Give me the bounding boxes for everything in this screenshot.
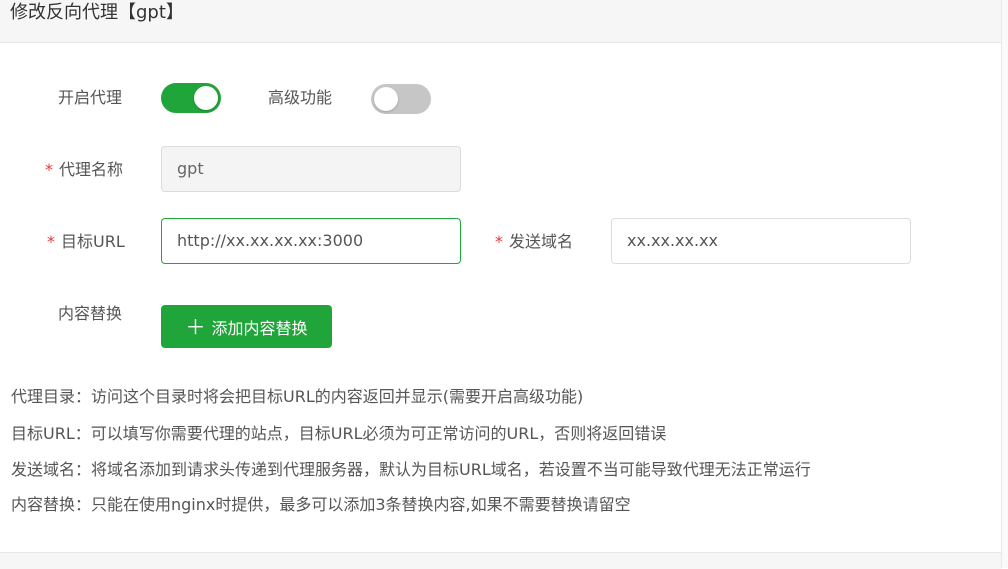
toggle-knob: [374, 87, 398, 111]
required-mark: *: [495, 232, 503, 251]
help-proxy-dir: 代理目录：访问这个目录时将会把目标URL的内容返回并显示(需要开启高级功能): [11, 387, 584, 406]
enable-proxy-label: 开启代理: [58, 88, 123, 107]
add-content-replace-button[interactable]: ＋ 添加内容替换: [161, 305, 332, 348]
enable-proxy-toggle[interactable]: [161, 83, 221, 113]
content-replace-label: 内容替换: [58, 304, 123, 323]
advanced-toggle[interactable]: [371, 84, 431, 114]
proxy-name-label: * 代理名称: [45, 160, 123, 180]
send-domain-input[interactable]: xx.xx.xx.xx: [611, 218, 911, 264]
proxy-name-input[interactable]: gpt: [161, 146, 461, 192]
target-url-label: * 目标URL: [47, 232, 125, 252]
proxy-name-label-text: 代理名称: [59, 160, 124, 179]
target-url-input[interactable]: http://xx.xx.xx.xx:3000: [161, 218, 461, 264]
scrollbar[interactable]: [1001, 0, 1008, 568]
add-content-replace-label: 添加内容替换: [211, 318, 308, 338]
send-domain-label: * 发送域名: [495, 232, 573, 252]
required-mark: *: [47, 232, 55, 251]
send-domain-label-text: 发送域名: [509, 232, 574, 251]
help-target-url: 目标URL：可以填写你需要代理的站点，目标URL必须为可正常访问的URL，否则将…: [11, 424, 667, 443]
dialog-header: 修改反向代理【gpt】: [0, 0, 1002, 43]
required-mark: *: [45, 160, 53, 179]
target-url-label-text: 目标URL: [61, 232, 125, 251]
plus-icon: ＋: [185, 314, 206, 339]
advanced-label: 高级功能: [268, 88, 333, 107]
dialog-footer: [0, 552, 1002, 569]
help-send-domain: 发送域名：将域名添加到请求头传递到代理服务器，默认为目标URL域名，若设置不当可…: [11, 460, 811, 479]
dialog-title: 修改反向代理【gpt】: [10, 2, 184, 23]
help-content-replace: 内容替换：只能在使用nginx时提供，最多可以添加3条替换内容,如果不需要替换请…: [11, 495, 631, 514]
toggle-knob: [194, 86, 218, 110]
